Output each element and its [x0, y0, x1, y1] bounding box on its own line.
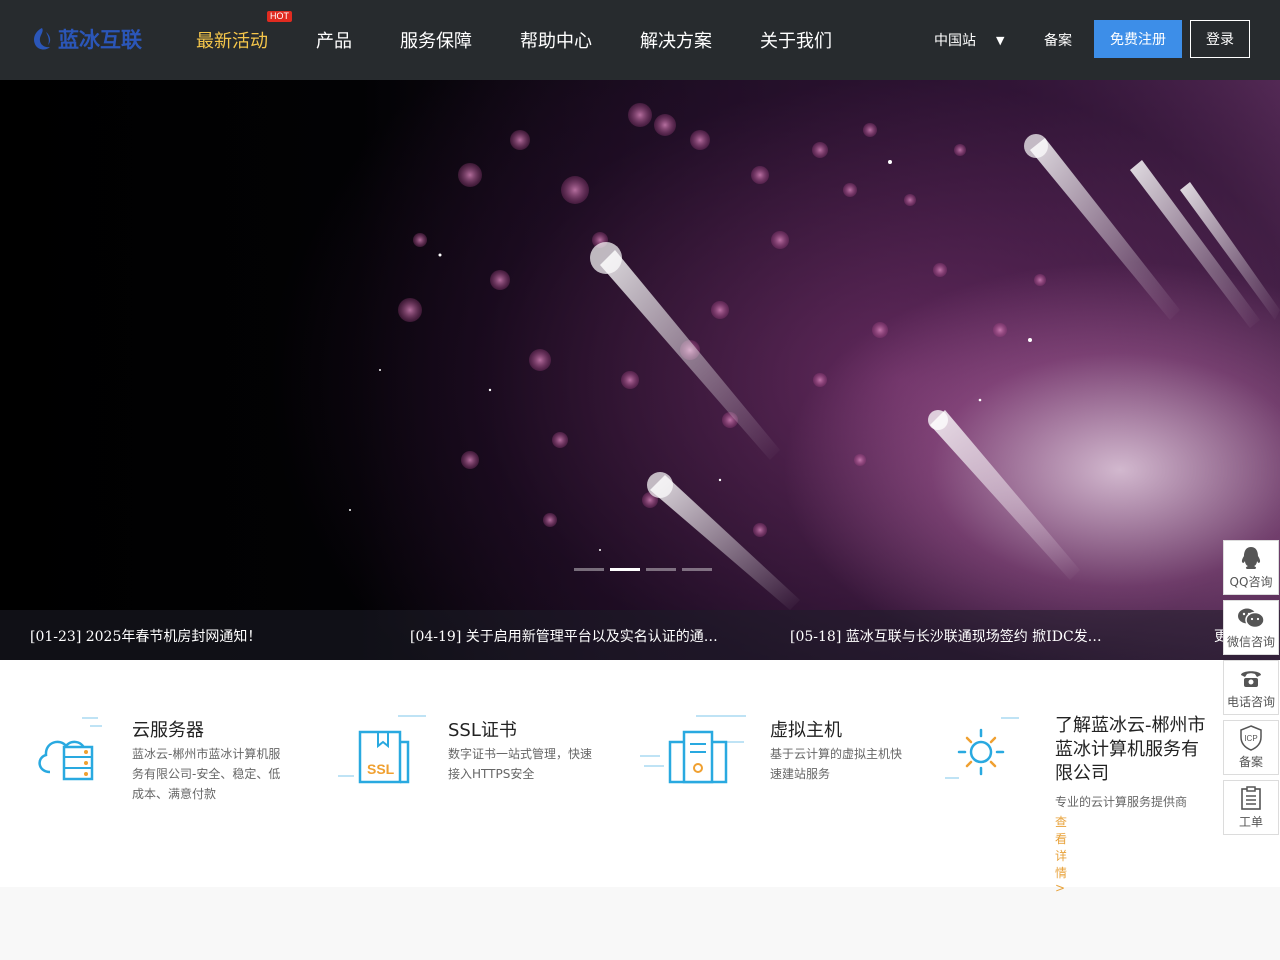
float-beian[interactable]: ICP 备案 [1223, 720, 1279, 775]
carousel-dots [574, 568, 718, 571]
feature-title: 虚拟主机 [770, 720, 842, 741]
nav-item-label: 解决方案 [640, 31, 712, 52]
feature-description: 基于云计算的虚拟主机快速建站服务 [770, 747, 903, 781]
virtual-host-icon [640, 715, 746, 784]
homepage: 蓝冰互联 最新活动 HOT 产品 服务保障 帮助中心 解决方案 关于我们 中国站… [0, 0, 1280, 960]
hero-banner[interactable]: [01-23] 2025年春节机房封网通知！ [04-19] 关于启用新管理平台… [0, 80, 1280, 660]
sun-icon [945, 717, 1019, 779]
feature-description: 蓝冰云-郴州市蓝冰计算机服务有限公司-安全、稳定、低成本、满意付款 [132, 747, 281, 801]
nav-item-label: 服务保障 [400, 31, 472, 52]
hero-background-image [349, 103, 1280, 610]
phone-icon [1239, 665, 1263, 691]
hot-badge: HOT [267, 11, 292, 22]
top-header: 蓝冰互联 最新活动 HOT 产品 服务保障 帮助中心 解决方案 关于我们 中国站… [0, 0, 1280, 80]
icp-icon: ICP [1239, 725, 1263, 751]
float-label: 工单 [1238, 815, 1263, 829]
news-item[interactable]: [04-19] 关于启用新管理平台以及实名认证的通… [410, 626, 718, 646]
caret-down-icon: ▼ [996, 33, 1005, 47]
feature-title: 了解蓝冰云-郴州市蓝冰计算机服务有限公司 [1055, 715, 1206, 784]
logo-text: 蓝冰互联 [58, 28, 142, 52]
float-label: 微信咨询 [1226, 635, 1275, 649]
float-ticket[interactable]: 工单 [1223, 780, 1279, 835]
right-float-bar: QQ咨询 微信咨询 电话咨询 ICP 备案 工单 [1223, 540, 1279, 840]
nav-item-latest-activity[interactable]: 最新活动 HOT [196, 11, 292, 53]
float-label: QQ咨询 [1229, 575, 1273, 589]
carousel-dot-3[interactable] [646, 568, 676, 571]
carousel-dot-4[interactable] [682, 568, 712, 571]
cloud-server-icon [38, 717, 102, 781]
feature-title: 云服务器 [132, 720, 204, 741]
news-item[interactable]: [01-23] 2025年春节机房封网通知！ [30, 626, 261, 646]
nav-item-label: 产品 [316, 31, 352, 52]
nav-item-solutions[interactable]: 解决方案 [640, 27, 712, 53]
float-wechat-consult[interactable]: 微信咨询 [1223, 600, 1279, 655]
nav-item-help[interactable]: 帮助中心 [520, 27, 592, 53]
nav-item-label: 关于我们 [760, 31, 832, 52]
nav-item-label: 帮助中心 [520, 31, 592, 52]
news-item[interactable]: [05-18] 蓝冰互联与长沙联通现场签约 掀IDC发… [790, 626, 1102, 646]
float-phone-consult[interactable]: 电话咨询 [1223, 660, 1279, 715]
feature-description: 专业的云计算服务提供商 [1055, 795, 1188, 809]
logo-mark-icon [34, 28, 51, 50]
main-nav: 最新活动 HOT 产品 服务保障 帮助中心 解决方案 关于我们 [196, 0, 880, 80]
qq-icon [1240, 545, 1262, 571]
site-selector-label: 中国站 [934, 33, 976, 49]
register-button[interactable]: 免费注册 [1094, 20, 1182, 58]
float-label: 电话咨询 [1226, 695, 1275, 709]
float-label: 备案 [1238, 755, 1263, 769]
ticket-icon [1240, 785, 1262, 811]
feature-description: 数字证书一站式管理，快速接入HTTPS安全 [448, 747, 593, 781]
news-ticker: [01-23] 2025年春节机房封网通知！ [04-19] 关于启用新管理平台… [0, 610, 1280, 660]
beian-link[interactable]: 备案 [1044, 30, 1072, 50]
login-button[interactable]: 登录 [1190, 20, 1250, 58]
float-qq-consult[interactable]: QQ咨询 [1223, 540, 1279, 595]
icp-icon-text: ICP [1244, 734, 1257, 743]
nav-item-about[interactable]: 关于我们 [760, 27, 832, 53]
carousel-dot-1[interactable] [574, 568, 604, 571]
ssl-certificate-icon: SSL [338, 715, 426, 784]
wechat-icon [1237, 605, 1265, 631]
nav-item-service[interactable]: 服务保障 [400, 27, 472, 53]
carousel-dot-2[interactable] [610, 568, 640, 571]
logo[interactable]: 蓝冰互联 [30, 24, 142, 54]
ssl-icon-text: SSL [367, 761, 395, 777]
site-selector[interactable]: 中国站 ▼ [934, 30, 1004, 50]
nav-item-label: 最新活动 [196, 31, 268, 52]
view-details-link[interactable]: 查看详情 > [1055, 813, 1067, 895]
feature-title: SSL证书 [448, 720, 517, 741]
product-features: 云服务器 蓝冰云-郴州市蓝冰计算机服务有限公司-安全、稳定、低成本、满意付款 S… [0, 660, 1280, 895]
nav-item-products[interactable]: 产品 [316, 27, 352, 53]
